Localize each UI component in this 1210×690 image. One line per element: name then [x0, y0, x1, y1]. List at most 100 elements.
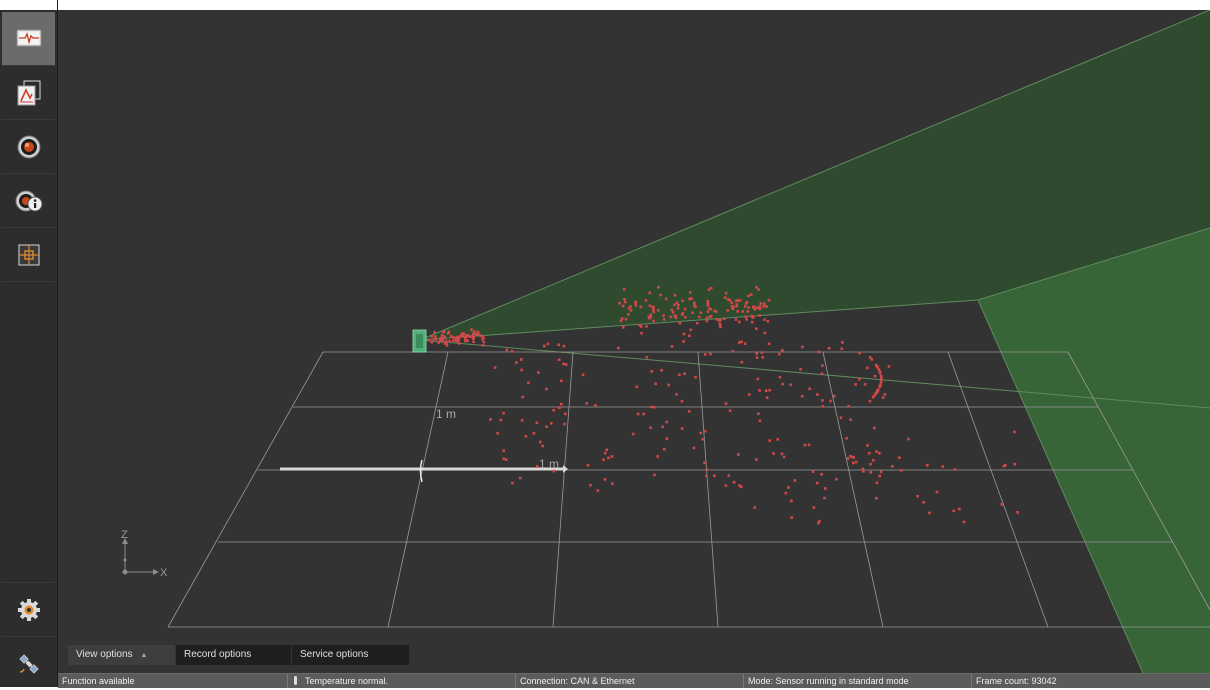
radar-point	[552, 469, 556, 473]
sidebar-item-calibration[interactable]	[2, 228, 55, 282]
radar-point	[622, 288, 626, 291]
connection-button[interactable]	[2, 636, 55, 690]
radar-point	[898, 456, 901, 459]
radar-point	[546, 342, 550, 346]
sidebar-item-sensor[interactable]	[2, 120, 55, 174]
radar-point	[678, 373, 681, 377]
sidebar-item-recorded-data[interactable]	[2, 66, 55, 120]
radar-point	[935, 490, 939, 494]
radar-point	[862, 470, 865, 473]
radar-point	[644, 299, 648, 302]
gear-icon	[17, 598, 40, 621]
radar-point	[695, 322, 699, 325]
radar-point	[692, 446, 696, 450]
radar-point	[728, 298, 731, 302]
radar-point	[603, 478, 607, 481]
radar-point	[868, 399, 872, 403]
radar-point	[747, 393, 751, 396]
radar-point	[687, 410, 691, 413]
radar-point	[790, 516, 793, 519]
sidebar-item-live-view[interactable]	[2, 12, 55, 66]
radar-point	[869, 462, 872, 466]
radar-point	[705, 319, 709, 323]
radar-point	[635, 385, 639, 389]
thermometer-icon	[294, 676, 297, 685]
radar-point	[723, 317, 726, 320]
radar-point	[730, 301, 733, 304]
radar-point	[645, 325, 648, 328]
radar-point	[680, 399, 684, 403]
radar-point	[817, 350, 821, 354]
radar-point	[455, 335, 459, 339]
radar-point	[543, 344, 546, 348]
radar-point	[879, 380, 883, 384]
radar-point	[718, 322, 722, 325]
radar-point	[726, 309, 730, 312]
radar-point	[753, 308, 757, 311]
radar-point	[652, 310, 656, 314]
radar-point	[763, 318, 766, 321]
radar-point	[473, 330, 476, 333]
radar-point	[640, 331, 643, 335]
radar-point	[861, 467, 865, 471]
radar-point	[747, 306, 750, 309]
radar-point	[466, 339, 469, 342]
radar-point	[731, 350, 735, 353]
radar-point	[457, 342, 461, 345]
radar-point	[452, 339, 455, 342]
radar-point	[705, 468, 709, 471]
radar-point	[636, 412, 640, 416]
radar-point	[875, 496, 878, 500]
radar-point	[562, 344, 566, 348]
radar-point	[532, 432, 536, 435]
radar-point	[835, 477, 838, 481]
settings-button[interactable]	[2, 582, 55, 636]
radar-point	[652, 406, 656, 409]
radar-point	[482, 337, 485, 340]
point-cloud-canvas[interactable]: 1 m 1 m Z X	[58, 10, 1210, 673]
radar-point	[744, 315, 748, 318]
radar-point	[738, 341, 741, 344]
3d-point-cloud-view[interactable]: 1 m 1 m Z X	[58, 10, 1210, 673]
radar-point	[1000, 503, 1004, 506]
sidebar-item-sensor-info[interactable]	[2, 174, 55, 228]
radar-point	[751, 320, 754, 324]
radar-point	[673, 294, 677, 297]
tab-view-options[interactable]: View options ▲	[68, 645, 176, 665]
radar-point	[676, 307, 680, 310]
tab-record-options[interactable]: Record options	[176, 645, 292, 665]
radar-point	[858, 351, 861, 355]
radar-point	[772, 452, 775, 455]
status-bar: Function available Temperature normal. C…	[58, 673, 1210, 688]
radar-point	[678, 321, 682, 325]
monitor-waveform-icon	[16, 29, 41, 46]
radar-point	[867, 451, 871, 455]
radar-point	[585, 402, 589, 405]
radar-point	[505, 458, 508, 461]
radar-point	[735, 299, 738, 302]
radar-point	[441, 336, 445, 340]
radar-point	[763, 331, 767, 335]
radar-point	[887, 365, 891, 368]
radar-point	[659, 293, 662, 297]
radar-point	[827, 347, 831, 350]
radar-point	[671, 311, 675, 314]
radar-point	[610, 455, 614, 458]
radar-sensor-model[interactable]	[412, 329, 427, 353]
tab-service-options[interactable]: Service options	[292, 645, 410, 665]
radar-point	[694, 305, 697, 309]
radar-point	[502, 449, 505, 452]
radar-point	[594, 404, 597, 407]
radar-point	[800, 394, 804, 398]
radar-point	[719, 318, 722, 322]
radar-point	[459, 334, 463, 338]
radar-point	[620, 317, 624, 320]
radar-point	[662, 318, 666, 321]
radar-point	[619, 319, 623, 323]
radar-point	[496, 431, 499, 435]
radar-point	[634, 301, 637, 305]
radar-point	[753, 506, 757, 509]
radar-point	[479, 334, 483, 338]
radar-point	[737, 453, 740, 456]
radar-point	[817, 521, 820, 525]
